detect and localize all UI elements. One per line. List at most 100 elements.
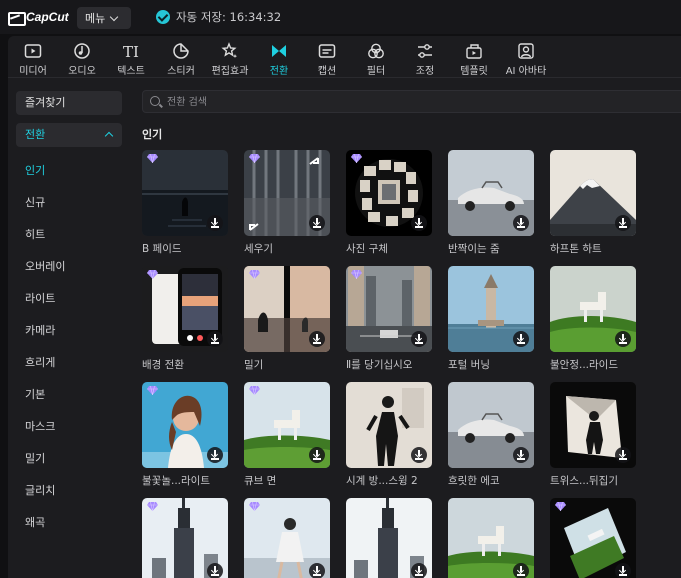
- download-icon[interactable]: [207, 563, 223, 578]
- transition-label: 세우기: [244, 243, 273, 255]
- transition-thumbnail[interactable]: [346, 266, 432, 352]
- transition-thumbnail[interactable]: [550, 266, 636, 352]
- tab-transition[interactable]: 전환: [254, 40, 304, 77]
- premium-gem-icon: [249, 270, 260, 279]
- tab-caption[interactable]: 캡션: [302, 40, 352, 77]
- transition-card[interactable]: B 페이드: [142, 150, 228, 256]
- transition-card[interactable]: 시계 방...스윙 2: [346, 382, 432, 488]
- sidebar-item[interactable]: 밀기: [16, 443, 122, 475]
- download-icon[interactable]: [513, 215, 529, 231]
- tab-effects[interactable]: 편집효과: [205, 40, 255, 77]
- transition-thumbnail[interactable]: [448, 382, 534, 468]
- app-name: CapCut: [26, 10, 69, 24]
- transition-thumbnail[interactable]: [142, 498, 228, 578]
- premium-gem-icon: [147, 270, 158, 279]
- transition-card[interactable]: 반짝이는 줌: [448, 150, 534, 256]
- transition-thumbnail[interactable]: [244, 150, 330, 236]
- download-icon[interactable]: [513, 331, 529, 347]
- transition-thumbnail[interactable]: [142, 382, 228, 468]
- transition-grid: B 페이드 세우기 사진 구체 반짝이는 줌 하프톤 하트배경 전환 밀기 Ⅱ를 당기십시오…: [142, 150, 681, 578]
- tab-ai-avatar[interactable]: AI 아바타: [500, 40, 552, 77]
- sidebar-item[interactable]: 글리치: [16, 475, 122, 507]
- transition-thumbnail[interactable]: [550, 498, 636, 578]
- download-icon[interactable]: [411, 215, 427, 231]
- transition-thumbnail[interactable]: [142, 266, 228, 352]
- tab-audio[interactable]: 오디오: [57, 40, 107, 77]
- download-icon[interactable]: [207, 331, 223, 347]
- transition-card[interactable]: 배경 전환: [142, 266, 228, 372]
- sidebar-item[interactable]: 마스크: [16, 411, 122, 443]
- transition-card[interactable]: Ⅱ를 당기십시오: [346, 266, 432, 372]
- sidebar-item[interactable]: 인기: [16, 155, 122, 187]
- category-sidebar: 즐겨찾기 전환 인기 신규 히트 오버레이 라이트 카메라 흐리게 기본 마스크 밀기 글리치 왜곡: [16, 91, 122, 539]
- download-icon[interactable]: [513, 447, 529, 463]
- transition-card[interactable]: 세우기: [244, 150, 330, 256]
- transition-card[interactable]: 트위스...뒤집기: [550, 382, 636, 488]
- download-icon[interactable]: [309, 563, 325, 578]
- transition-thumbnail[interactable]: [346, 498, 432, 578]
- download-icon[interactable]: [513, 563, 529, 578]
- transition-thumbnail[interactable]: [448, 266, 534, 352]
- transition-card[interactable]: 하프톤 하트: [550, 150, 636, 256]
- transition-label: 불안정...라이드: [550, 359, 618, 371]
- chevron-up-icon: [104, 131, 114, 141]
- sidebar-item[interactable]: 기본: [16, 379, 122, 411]
- transition-card[interactable]: 큐브 면: [244, 382, 330, 488]
- sidebar-item[interactable]: 흐리게: [16, 347, 122, 379]
- tab-text[interactable]: TI 텍스트: [106, 40, 156, 77]
- transition-card[interactable]: [550, 498, 636, 578]
- transition-thumbnail[interactable]: [244, 498, 330, 578]
- transition-card[interactable]: 밀기: [244, 266, 330, 372]
- menu-button[interactable]: 메뉴: [77, 7, 131, 29]
- sidebar-item[interactable]: 왜곡: [16, 507, 122, 539]
- download-icon[interactable]: [615, 215, 631, 231]
- sidebar-item[interactable]: 오버레이: [16, 251, 122, 283]
- transition-card[interactable]: [142, 498, 228, 578]
- transition-card[interactable]: 불꽃놀...라이트: [142, 382, 228, 488]
- download-icon[interactable]: [411, 447, 427, 463]
- transition-thumbnail[interactable]: [142, 150, 228, 236]
- download-icon[interactable]: [207, 215, 223, 231]
- chevron-down-icon: [110, 12, 119, 21]
- transition-card[interactable]: [244, 498, 330, 578]
- sidebar-item[interactable]: 카메라: [16, 315, 122, 347]
- sidebar-item[interactable]: 라이트: [16, 283, 122, 315]
- transition-thumbnail[interactable]: [550, 150, 636, 236]
- tab-sticker[interactable]: 스티커: [156, 40, 206, 77]
- sidebar-category-transition[interactable]: 전환: [16, 123, 122, 147]
- sidebar-item[interactable]: 히트: [16, 219, 122, 251]
- premium-gem-icon: [555, 502, 566, 511]
- download-icon[interactable]: [615, 447, 631, 463]
- transition-card[interactable]: 흐릿한 에코: [448, 382, 534, 488]
- tab-media[interactable]: 미디어: [8, 40, 58, 77]
- transition-thumbnail[interactable]: [244, 382, 330, 468]
- sidebar-favorites[interactable]: 즐겨찾기: [16, 91, 122, 115]
- transition-thumbnail[interactable]: [346, 150, 432, 236]
- transition-thumbnail[interactable]: [244, 266, 330, 352]
- sidebar-item[interactable]: 신규: [16, 187, 122, 219]
- search-box[interactable]: [142, 90, 681, 113]
- download-icon[interactable]: [309, 215, 325, 231]
- download-icon[interactable]: [207, 447, 223, 463]
- tab-adjust[interactable]: 조정: [400, 40, 450, 77]
- transition-thumbnail[interactable]: [448, 150, 534, 236]
- tab-template[interactable]: 템플릿: [449, 40, 499, 77]
- transition-card[interactable]: 불안정...라이드: [550, 266, 636, 372]
- svg-text:TI: TI: [123, 43, 139, 60]
- download-icon[interactable]: [411, 563, 427, 578]
- search-input[interactable]: [167, 94, 567, 110]
- tab-filter[interactable]: 필터: [351, 40, 401, 77]
- transition-thumbnail[interactable]: [448, 498, 534, 578]
- transition-card[interactable]: [448, 498, 534, 578]
- transition-card[interactable]: 사진 구체: [346, 150, 432, 256]
- tab-label: 조정: [415, 66, 435, 77]
- transition-thumbnail[interactable]: [550, 382, 636, 468]
- transition-card[interactable]: 포털 버닝: [448, 266, 534, 372]
- transition-card[interactable]: [346, 498, 432, 578]
- download-icon[interactable]: [615, 331, 631, 347]
- transition-thumbnail[interactable]: [346, 382, 432, 468]
- download-icon[interactable]: [615, 563, 631, 578]
- download-icon[interactable]: [309, 447, 325, 463]
- download-icon[interactable]: [411, 331, 427, 347]
- download-icon[interactable]: [309, 331, 325, 347]
